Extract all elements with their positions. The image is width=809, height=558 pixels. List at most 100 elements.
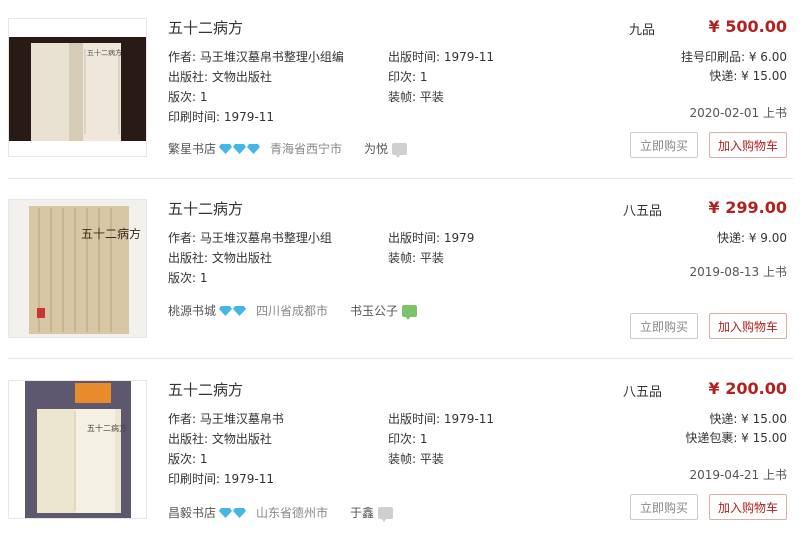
svg-text:五十二病方: 五十二病方 (87, 423, 127, 433)
print-time-value: 1979-11 (223, 110, 275, 124)
shop-rating (219, 143, 261, 154)
condition-grade: 八五品 (623, 385, 663, 400)
listed-date: 2020-02-01 上书 (689, 106, 787, 120)
print-time-label: 印刷时间: (168, 472, 221, 486)
shipping-fees: 快递: ¥ 9.00 (717, 229, 787, 248)
add-to-cart-button[interactable]: 加入购物车 (709, 494, 787, 520)
shipping-fee: 挂号印刷品: ¥ 6.00 (680, 50, 787, 64)
binding-label: 装帧: (388, 452, 417, 466)
seller-name[interactable]: 书玉公子 (350, 302, 398, 319)
buy-now-button[interactable]: 立即购买 (630, 313, 698, 339)
listing-item: 五十二病方 五十二病方 八五品 ¥ 299.00 作者: 马王堆汉墓帛书整理小组… (0, 197, 809, 377)
buy-now-button[interactable]: 立即购买 (630, 132, 698, 158)
author-row: 作者: 马王堆汉墓帛书整理小组 (168, 228, 332, 248)
book-listing: 五十二病方 五十二病方 九品 ¥ 500.00 作者: 马王堆汉墓帛书整理小组编… (0, 0, 809, 534)
publisher-row: 出版社: 文物出版社 (168, 248, 272, 268)
binding-row: 装帧: 平装 (388, 248, 444, 268)
listed-date: 2019-04-21 上书 (689, 468, 787, 482)
add-to-cart-button[interactable]: 加入购物车 (709, 132, 787, 158)
pub-time-label: 出版时间: (388, 412, 441, 426)
book-thumbnail[interactable]: 五十二病方 (8, 380, 147, 519)
book-title[interactable]: 五十二病方 (168, 198, 243, 219)
impression-label: 印次: (388, 432, 417, 446)
shipping-fee: 快递: ¥ 15.00 (709, 412, 787, 426)
shop-name[interactable]: 昌毅书店 (168, 504, 216, 521)
listed-date: 2019-08-13 上书 (689, 265, 787, 279)
edition-value: 1 (199, 271, 208, 285)
diamond-icon (219, 507, 233, 518)
print-time-row: 印刷时间: 1979-11 (168, 107, 274, 127)
edition-value: 1 (199, 452, 208, 466)
publisher-label: 出版社: (168, 70, 209, 84)
edition-label: 版次: (168, 452, 197, 466)
impression-value: 1 (419, 432, 428, 446)
add-to-cart-button[interactable]: 加入购物车 (709, 313, 787, 339)
author-value[interactable]: 马王堆汉墓帛书整理小组编 (200, 50, 344, 64)
shop-location: 四川省成都市 (256, 304, 329, 318)
pub-time-label: 出版时间: (388, 231, 441, 245)
impression-row: 印次: 1 (388, 67, 428, 87)
divider (8, 358, 793, 359)
publisher-value[interactable]: 文物出版社 (212, 251, 272, 265)
diamond-icon (247, 143, 261, 154)
pub-time-row: 出版时间: 1979-11 (388, 47, 494, 67)
shipping-fees: 快递: ¥ 15.00 快递包裹: ¥ 15.00 (685, 410, 787, 448)
listing-item: 五十二病方 五十二病方 九品 ¥ 500.00 作者: 马王堆汉墓帛书整理小组编… (0, 16, 809, 196)
author-label: 作者: (168, 50, 197, 64)
shop-location: 青海省西宁市 (270, 142, 343, 156)
pub-time-row: 出版时间: 1979-11 (388, 409, 494, 429)
diamond-icon (219, 143, 233, 154)
pub-time-value: 1979 (443, 231, 475, 245)
publisher-row: 出版社: 文物出版社 (168, 429, 272, 449)
binding-value: 平装 (419, 90, 444, 104)
edition-row: 版次: 1 (168, 449, 208, 469)
publisher-value[interactable]: 文物出版社 (212, 432, 272, 446)
binding-row: 装帧: 平装 (388, 87, 444, 107)
shipping-fee: 快递包裹: ¥ 15.00 (685, 431, 787, 445)
book-title[interactable]: 五十二病方 (168, 379, 243, 400)
binding-value: 平装 (419, 452, 444, 466)
chat-icon[interactable] (378, 506, 394, 522)
buy-now-button[interactable]: 立即购买 (630, 494, 698, 520)
print-time-label: 印刷时间: (168, 110, 221, 124)
seller-name[interactable]: 为悦 (364, 140, 388, 157)
chat-icon[interactable] (392, 142, 408, 158)
publisher-value[interactable]: 文物出版社 (212, 70, 272, 84)
author-value[interactable]: 马王堆汉墓帛书整理小组 (200, 231, 332, 245)
edition-row: 版次: 1 (168, 87, 208, 107)
shop-info: 桃源书城 四川省成都市 书玉公子 (168, 302, 418, 320)
shop-name[interactable]: 桃源书城 (168, 302, 216, 319)
svg-text:五十二病方: 五十二病方 (81, 226, 141, 241)
shipping-fees: 挂号印刷品: ¥ 6.00 快递: ¥ 15.00 (681, 48, 787, 86)
shipping-fee: 快递: ¥ 15.00 (709, 69, 787, 83)
book-cover-image: 五十二病方 (9, 200, 146, 337)
author-row: 作者: 马王堆汉墓帛书 (168, 409, 284, 429)
book-thumbnail[interactable]: 五十二病方 (8, 18, 147, 157)
book-thumbnail[interactable]: 五十二病方 (8, 199, 147, 338)
condition-grade: 九品 (629, 23, 656, 38)
svg-text:五十二病方: 五十二病方 (87, 48, 122, 57)
pub-time-row: 出版时间: 1979 (388, 228, 474, 248)
condition-grade: 八五品 (623, 204, 663, 219)
book-cover-image: 五十二病方 (9, 37, 146, 141)
author-value[interactable]: 马王堆汉墓帛书 (200, 412, 284, 426)
seller-name[interactable]: 于鑫 (350, 504, 374, 521)
shop-name[interactable]: 繁星书店 (168, 140, 216, 157)
impression-label: 印次: (388, 70, 417, 84)
impression-value: 1 (419, 70, 428, 84)
publisher-label: 出版社: (168, 251, 209, 265)
diamond-icon (233, 143, 247, 154)
chat-icon[interactable] (402, 304, 418, 320)
publisher-label: 出版社: (168, 432, 209, 446)
print-time-value: 1979-11 (223, 472, 275, 486)
diamond-icon (233, 305, 247, 316)
book-title[interactable]: 五十二病方 (168, 17, 243, 38)
shop-info: 昌毅书店 山东省德州市 于鑫 (168, 504, 394, 522)
shop-rating (219, 305, 247, 316)
print-time-row: 印刷时间: 1979-11 (168, 469, 274, 489)
binding-label: 装帧: (388, 251, 417, 265)
shop-info: 繁星书店 青海省西宁市 为悦 (168, 140, 408, 158)
shop-rating (219, 507, 247, 518)
shop-location: 山东省德州市 (256, 506, 329, 520)
author-label: 作者: (168, 412, 197, 426)
